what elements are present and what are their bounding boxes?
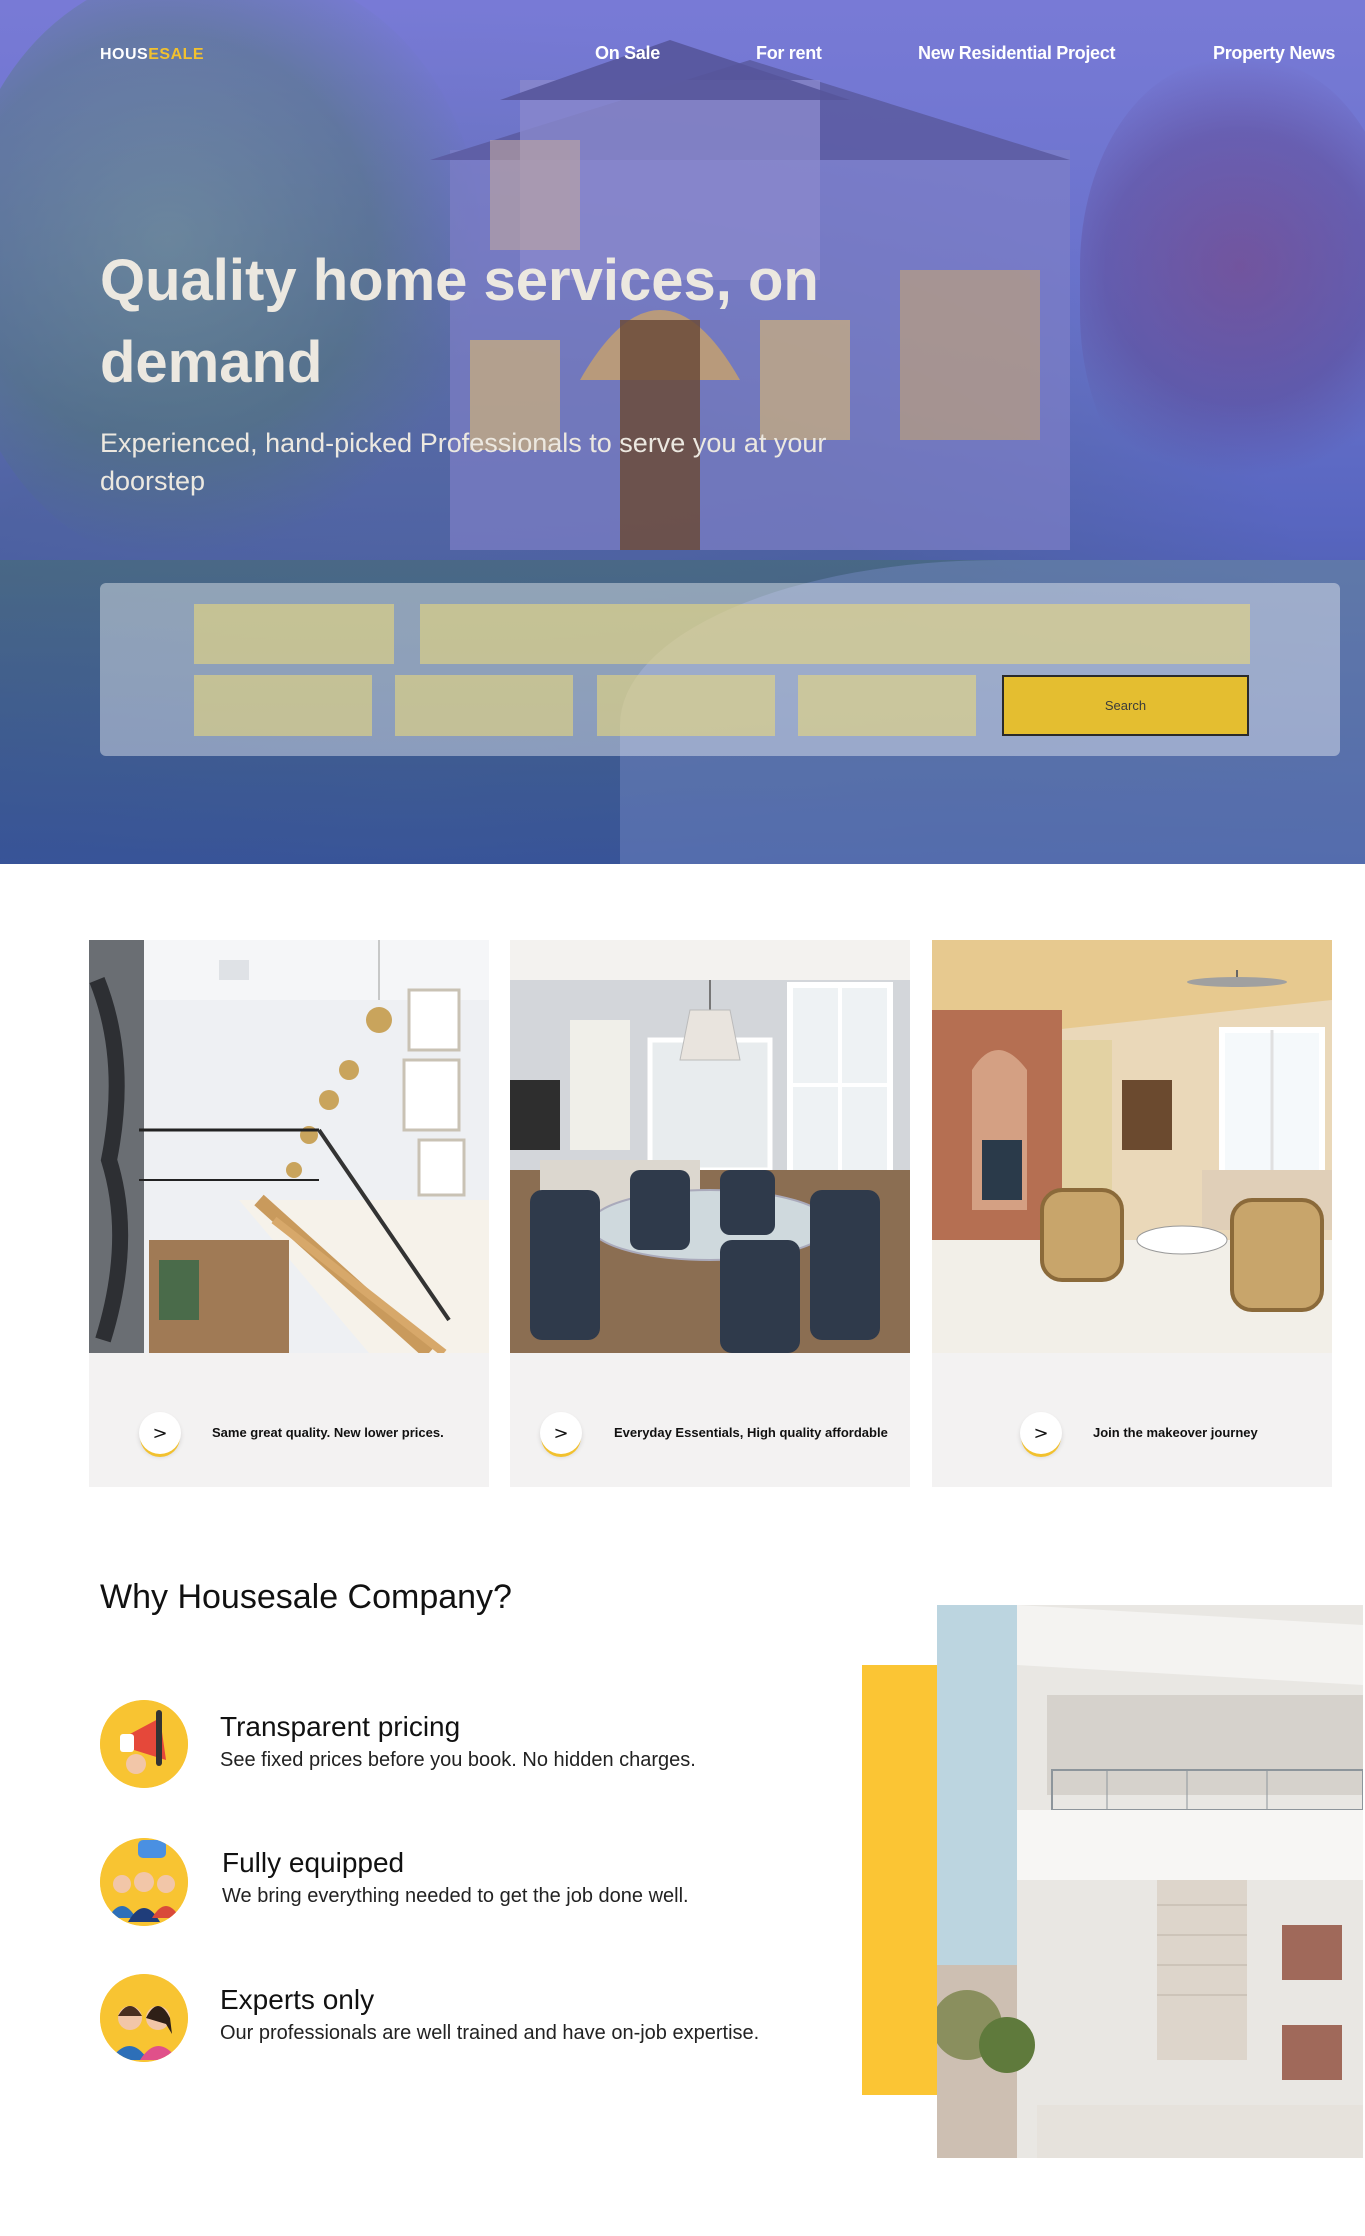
card-dining-room[interactable]: > Everyday Essentials, High quality affo…: [510, 940, 910, 1487]
arrow-right-icon[interactable]: >: [1020, 1412, 1062, 1454]
card-image-staircase: [89, 940, 489, 1353]
search-field-1[interactable]: [194, 604, 394, 664]
nav-link-on-sale[interactable]: On Sale: [595, 43, 660, 64]
feature-description: See fixed prices before you book. No hid…: [220, 1749, 696, 1771]
decorative-yellow-block: [862, 1665, 938, 2095]
card-living-room[interactable]: > Join the makeover journey: [932, 940, 1332, 1487]
nav-link-for-rent[interactable]: For rent: [756, 43, 822, 64]
building-image: [937, 1605, 1363, 2158]
hero-title: Quality home services, on demand: [100, 248, 819, 395]
card-footer: > Same great quality. New lower prices.: [89, 1353, 489, 1487]
search-field-2[interactable]: [420, 604, 1250, 664]
card-caption: Join the makeover journey: [1093, 1425, 1258, 1440]
card-footer: > Everyday Essentials, High quality affo…: [510, 1353, 910, 1487]
feature-title: Fully equipped: [222, 1847, 405, 1878]
experts-icon: [100, 1974, 188, 2062]
search-field-4[interactable]: [395, 675, 573, 736]
card-caption: Same great quality. New lower prices.: [212, 1425, 444, 1440]
section-title: Why Housesale Company?: [100, 1578, 512, 1616]
team-icon: [100, 1838, 188, 1926]
search-field-6[interactable]: [798, 675, 976, 736]
arrow-right-icon[interactable]: >: [540, 1412, 582, 1454]
search-field-3[interactable]: [194, 675, 372, 736]
feature-description: Our professionals are well trained and h…: [220, 2022, 760, 2044]
logo-text-accent: ESALE: [148, 46, 205, 63]
card-image-dining-room: [510, 940, 910, 1353]
logo-text-primary: HOUS: [100, 46, 149, 63]
search-panel: Search: [100, 583, 1340, 756]
hero-tree-right: [1080, 60, 1365, 520]
search-field-5[interactable]: [597, 675, 775, 736]
feature-description: We bring everything needed to get the jo…: [222, 1885, 689, 1907]
card-image-living-room: [932, 940, 1332, 1353]
hero-subtitle: Experienced, hand-picked Professionals t…: [100, 428, 827, 496]
feature-title: Transparent pricing: [220, 1711, 461, 1742]
card-footer: > Join the makeover journey: [932, 1353, 1332, 1487]
search-button[interactable]: Search: [1002, 675, 1249, 736]
hero-section: HOUSESALE On Sale For rent New Residenti…: [0, 0, 1365, 864]
nav-link-property-news[interactable]: Property News: [1213, 43, 1335, 64]
card-caption: Everyday Essentials, High quality afford…: [614, 1425, 888, 1440]
feature-title: Experts only: [220, 1984, 375, 2015]
nav-link-new-residential-project[interactable]: New Residential Project: [918, 43, 1115, 64]
card-staircase[interactable]: > Same great quality. New lower prices.: [89, 940, 489, 1487]
arrow-right-icon[interactable]: >: [139, 1412, 181, 1454]
site-logo[interactable]: HOUSESALE: [100, 46, 204, 64]
megaphone-icon: [100, 1700, 188, 1788]
